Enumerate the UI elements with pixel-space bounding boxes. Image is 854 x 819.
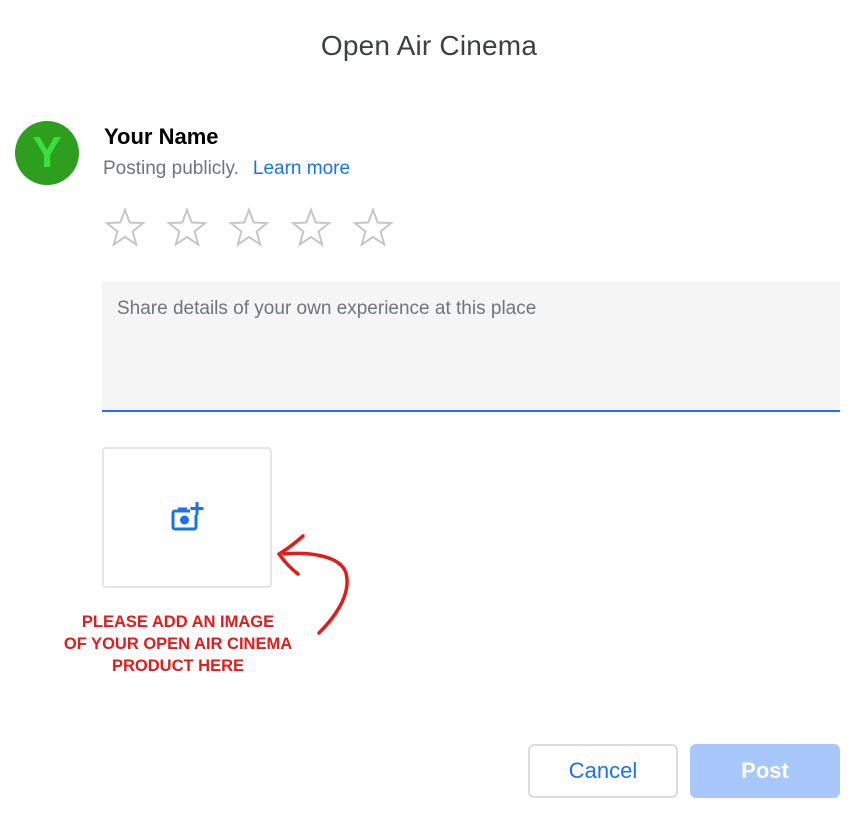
annotation-line-1: PLEASE ADD AN IMAGE <box>81 613 275 631</box>
annotation-line-3: PRODUCT HERE <box>111 657 244 675</box>
post-button[interactable]: Post <box>690 744 840 798</box>
dialog-title: Open Air Cinema <box>320 30 538 61</box>
annotation-line-2: OF YOUR OPEN AIR CINEMA <box>63 635 293 653</box>
star-2-icon[interactable] <box>163 204 225 258</box>
annotation-note: PLEASE ADD AN IMAGE OF YOUR OPEN AIR CIN… <box>40 611 316 677</box>
learn-more-link[interactable]: Learn more <box>253 158 350 179</box>
posting-status-line: Posting publicly. Learn more <box>103 158 350 180</box>
star-1-icon[interactable] <box>101 204 163 258</box>
add-photo-button[interactable] <box>102 447 272 588</box>
cancel-button[interactable]: Cancel <box>528 744 678 798</box>
review-field-container <box>102 281 840 412</box>
user-name: Your Name <box>104 124 219 149</box>
star-rating <box>101 204 411 258</box>
avatar: Y <box>15 121 79 185</box>
add-photo-icon <box>171 501 204 530</box>
posting-status: Posting publicly. <box>103 158 239 179</box>
star-4-icon[interactable] <box>287 204 349 258</box>
star-3-icon[interactable] <box>225 204 287 258</box>
review-textarea[interactable] <box>102 281 840 410</box>
star-5-icon[interactable] <box>349 204 411 258</box>
